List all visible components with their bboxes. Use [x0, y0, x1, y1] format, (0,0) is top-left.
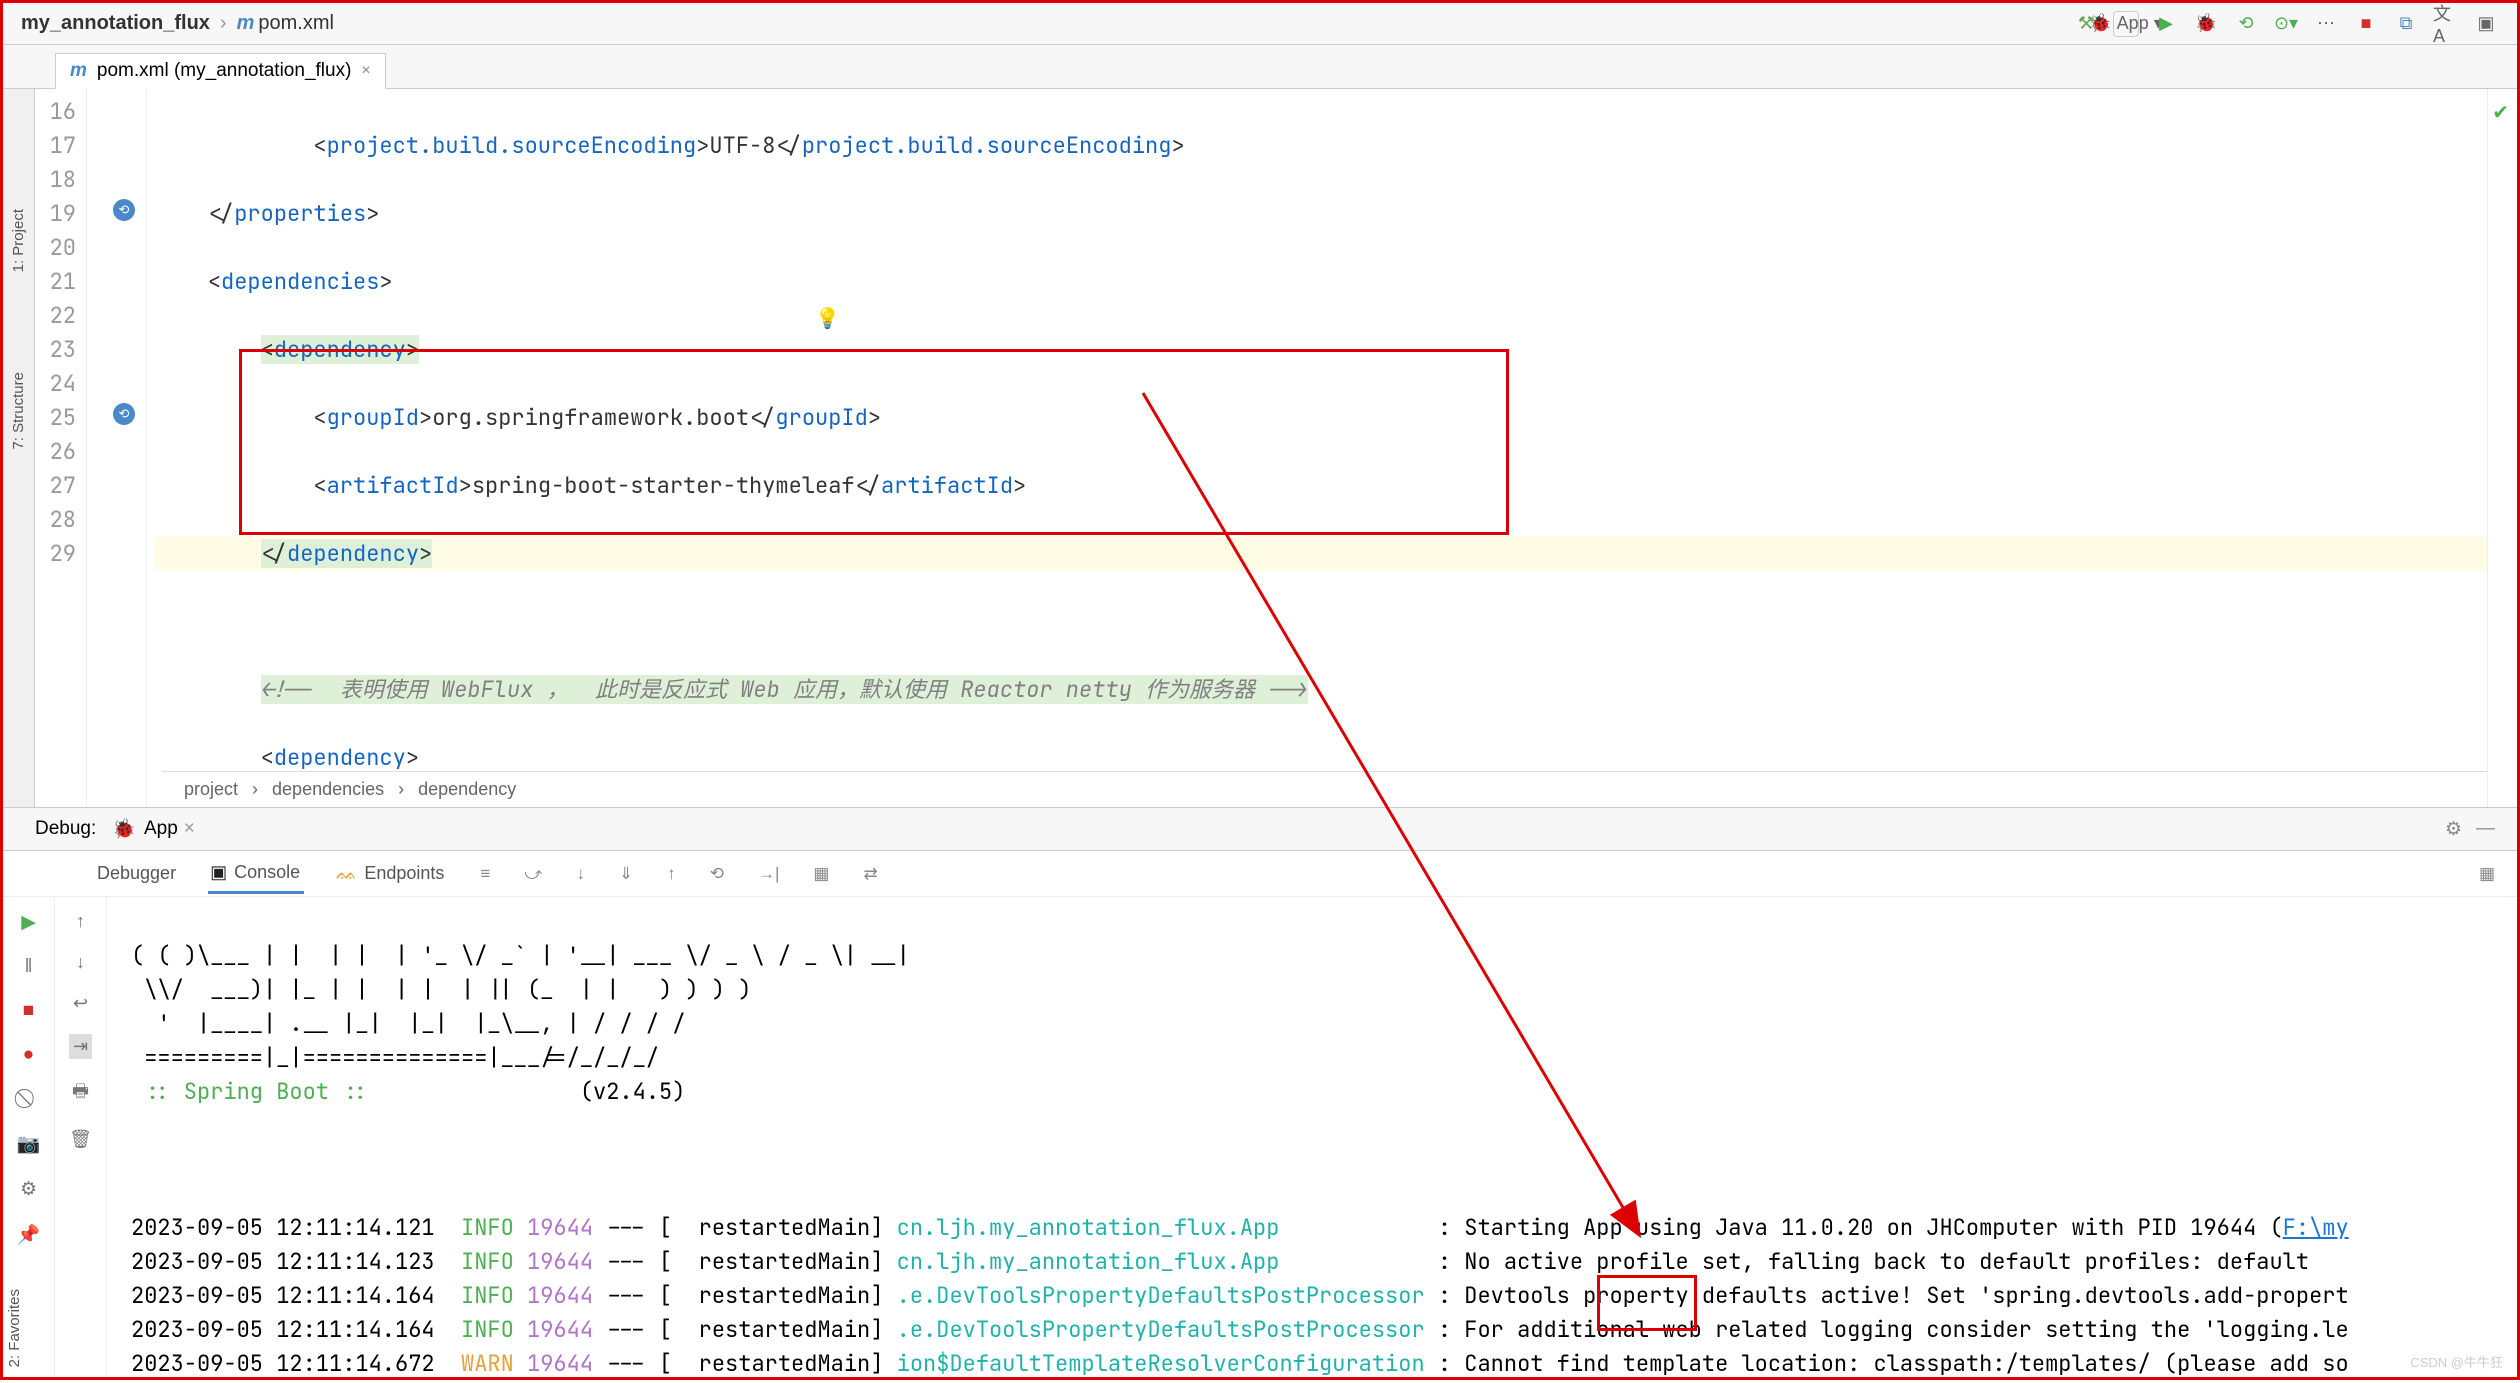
maximize-icon[interactable]: ▣ — [2473, 11, 2499, 37]
rerun-icon[interactable]: ▶ — [21, 911, 36, 934]
translate-icon[interactable]: 文A — [2433, 11, 2459, 37]
console-toolbar: ↑ ↓ ↩ ⇥ 🖶 🗑 — [55, 897, 107, 1377]
tab-endpoints[interactable]: ᨐ Endpoints — [334, 855, 448, 892]
evaluate-icon[interactable]: ▦ — [811, 856, 831, 892]
git-icon[interactable]: ⧉ — [2393, 11, 2419, 37]
trace-icon[interactable]: ⇄ — [861, 856, 879, 892]
attach-icon[interactable]: ⋯ — [2313, 11, 2339, 37]
breadcrumb-bar: my_annotation_flux › mpom.xml ⚒ 🐞App ▾ ▶… — [3, 3, 2517, 45]
minimize-icon[interactable]: — — [2476, 818, 2495, 840]
down-icon[interactable]: ↓ — [76, 952, 85, 973]
marker-gutter — [87, 89, 119, 807]
editor-tabs: m pom.xml (my_annotation_flux) × — [3, 45, 2517, 89]
coverage-icon[interactable]: ⟲ — [2233, 11, 2259, 37]
sidebar-tab-project[interactable]: 1: Project — [10, 209, 27, 272]
run-to-cursor-icon[interactable]: →| — [756, 856, 781, 892]
sidebar-tab-structure[interactable]: 7: Structure — [10, 372, 27, 450]
scroll-end-icon[interactable]: ⇥ — [69, 1034, 92, 1059]
step-out-icon[interactable]: ↑ — [665, 856, 678, 892]
tab-console[interactable]: ▣ Console — [208, 854, 304, 894]
settings-icon[interactable]: ⚙ — [20, 1178, 37, 1201]
force-step-icon[interactable]: ⇓ — [617, 856, 635, 892]
left-tool-rail: 1: Project 7: Structure — [3, 89, 35, 807]
close-tab-icon[interactable]: × — [361, 62, 370, 80]
breadcrumb-project[interactable]: my_annotation_flux — [21, 12, 210, 35]
gutter-run-icon[interactable]: ⟲ — [113, 199, 135, 221]
intention-bulb-icon[interactable]: 💡 — [815, 301, 840, 335]
clear-icon[interactable]: 🗑 — [69, 1129, 92, 1150]
annotation-box — [239, 349, 1509, 535]
soft-wrap-icon[interactable]: ↩ — [73, 993, 88, 1014]
threads-icon[interactable]: ≡ — [478, 856, 492, 892]
tab-pom-xml[interactable]: m pom.xml (my_annotation_flux) × — [55, 53, 386, 89]
profile-icon[interactable]: ⊙▾ — [2273, 11, 2299, 37]
step-into-icon[interactable]: ↓ — [574, 856, 587, 892]
watermark: CSDN @牛牛狂 — [2410, 1352, 2503, 1371]
maven-icon: m — [70, 60, 87, 82]
annotation-box — [1597, 1275, 1697, 1331]
gutter-run-icon[interactable]: ⟲ — [113, 403, 135, 425]
debug-panel-header: Debug: 🐞 App × ⚙ — — [3, 807, 2517, 851]
breakpoint-icon[interactable]: ● — [23, 1044, 34, 1066]
sidebar-tab-favorites[interactable]: 2: Favorites — [6, 1289, 23, 1367]
inspection-ok-icon[interactable]: ✔ — [2492, 95, 2509, 129]
bug-icon: 🐞 — [112, 817, 136, 841]
maven-icon: m — [237, 12, 255, 34]
console-output[interactable]: ( ( )\___ | | | | | '_ \/ _` | '__| ___ … — [107, 897, 2517, 1377]
run-config-selector[interactable]: 🐞App ▾ — [2113, 11, 2139, 37]
step-over-icon[interactable]: ⤻ — [522, 856, 544, 892]
drop-frame-icon[interactable]: ⟲ — [708, 856, 726, 892]
gear-icon[interactable]: ⚙ — [2445, 818, 2462, 841]
chevron-right-icon: › — [220, 12, 227, 35]
close-icon[interactable]: × — [184, 818, 195, 840]
camera-icon[interactable]: 📷 — [17, 1132, 41, 1156]
code-editor[interactable]: 1617181920212223242526272829 <project.bu… — [35, 89, 2517, 807]
breadcrumb-file[interactable]: pom.xml — [258, 12, 334, 34]
stop-icon[interactable]: ■ — [2353, 11, 2379, 37]
structure-breadcrumb[interactable]: project›dependencies›dependency — [162, 771, 2487, 807]
error-stripe[interactable] — [2487, 89, 2517, 807]
pause-icon[interactable]: ‖ — [25, 956, 33, 978]
stop-icon[interactable]: ■ — [23, 1000, 34, 1022]
line-gutter: 1617181920212223242526272829 — [35, 89, 87, 807]
run-icon[interactable]: ▶ — [2153, 11, 2179, 37]
pin-icon[interactable]: 📌 — [17, 1223, 41, 1247]
layout-icon[interactable]: ▦ — [2477, 856, 2497, 892]
tab-debugger[interactable]: Debugger — [95, 855, 178, 892]
debug-icon[interactable]: 🐞 — [2193, 11, 2219, 37]
print-icon[interactable]: 🖶 — [72, 1079, 89, 1109]
debug-tabs: Debugger ▣ Console ᨐ Endpoints ≡ ⤻ ↓ ⇓ ↑… — [3, 851, 2517, 897]
up-icon[interactable]: ↑ — [76, 911, 85, 932]
